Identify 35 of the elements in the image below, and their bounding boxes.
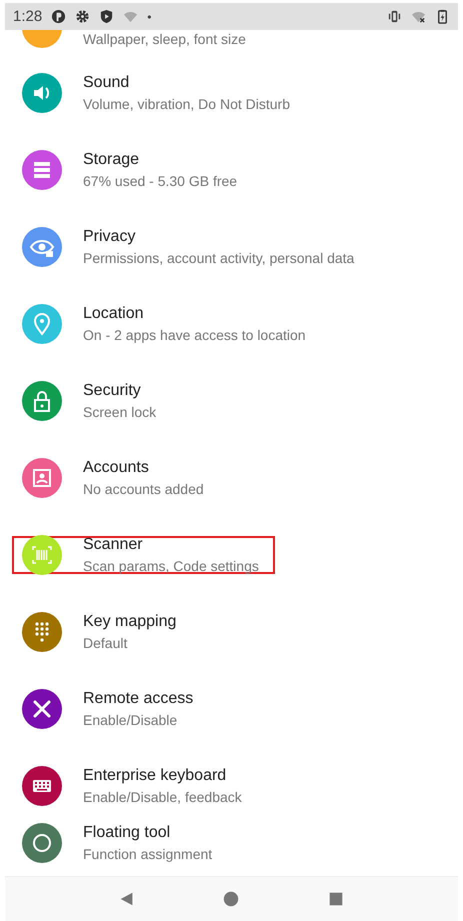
setting-title[interactable]: Floating tool [83, 824, 212, 842]
wifi-off-icon [411, 9, 426, 24]
setting-title[interactable]: Key mapping [83, 612, 176, 630]
setting-summary: Volume, vibration, Do Not Disturb [83, 96, 290, 112]
setting-summary: 67% used - 5.30 GB free [83, 172, 238, 188]
setting-summary: On - 2 apps have access to location [83, 326, 306, 342]
setting-summary: Enable/Disable [83, 712, 178, 728]
vibrate-icon [387, 9, 402, 24]
setting-title[interactable]: Storage [83, 150, 238, 168]
setting-title[interactable]: Privacy [83, 228, 354, 246]
clock: 1:28 [13, 8, 42, 25]
highlight-frame[interactable]: Scanner Scan params, Code settings [12, 536, 275, 574]
setting-summary: Function assignment [83, 846, 212, 862]
setting-title[interactable]: Security [83, 382, 156, 400]
status-dot: • [147, 10, 152, 24]
recents-icon[interactable] [326, 890, 345, 908]
wifi-icon [123, 9, 138, 24]
setting-summary: No accounts added [83, 480, 204, 496]
setting-title[interactable]: Enterprise keyboard [83, 766, 242, 784]
setting-summary: Wallpaper, sleep, font size [83, 31, 246, 47]
battery-icon [435, 9, 450, 24]
setting-title[interactable]: Scanner [83, 536, 259, 554]
setting-summary: Permissions, account activity, personal data [83, 250, 354, 266]
setting-summary: Scan params, Code settings [83, 558, 259, 574]
setting-summary: Enable/Disable, feedback [83, 788, 242, 804]
shield-icon [99, 9, 114, 24]
setting-title[interactable]: Accounts [83, 458, 204, 476]
setting-summary: Screen lock [83, 404, 156, 420]
setting-title[interactable]: Sound [83, 74, 290, 92]
setting-title[interactable]: Remote access [83, 690, 194, 708]
setting-title[interactable]: Location [83, 304, 306, 322]
settings-icon [75, 9, 90, 24]
notification-icon [51, 9, 66, 24]
setting-summary: Default [83, 634, 128, 650]
home-icon[interactable] [222, 890, 240, 908]
